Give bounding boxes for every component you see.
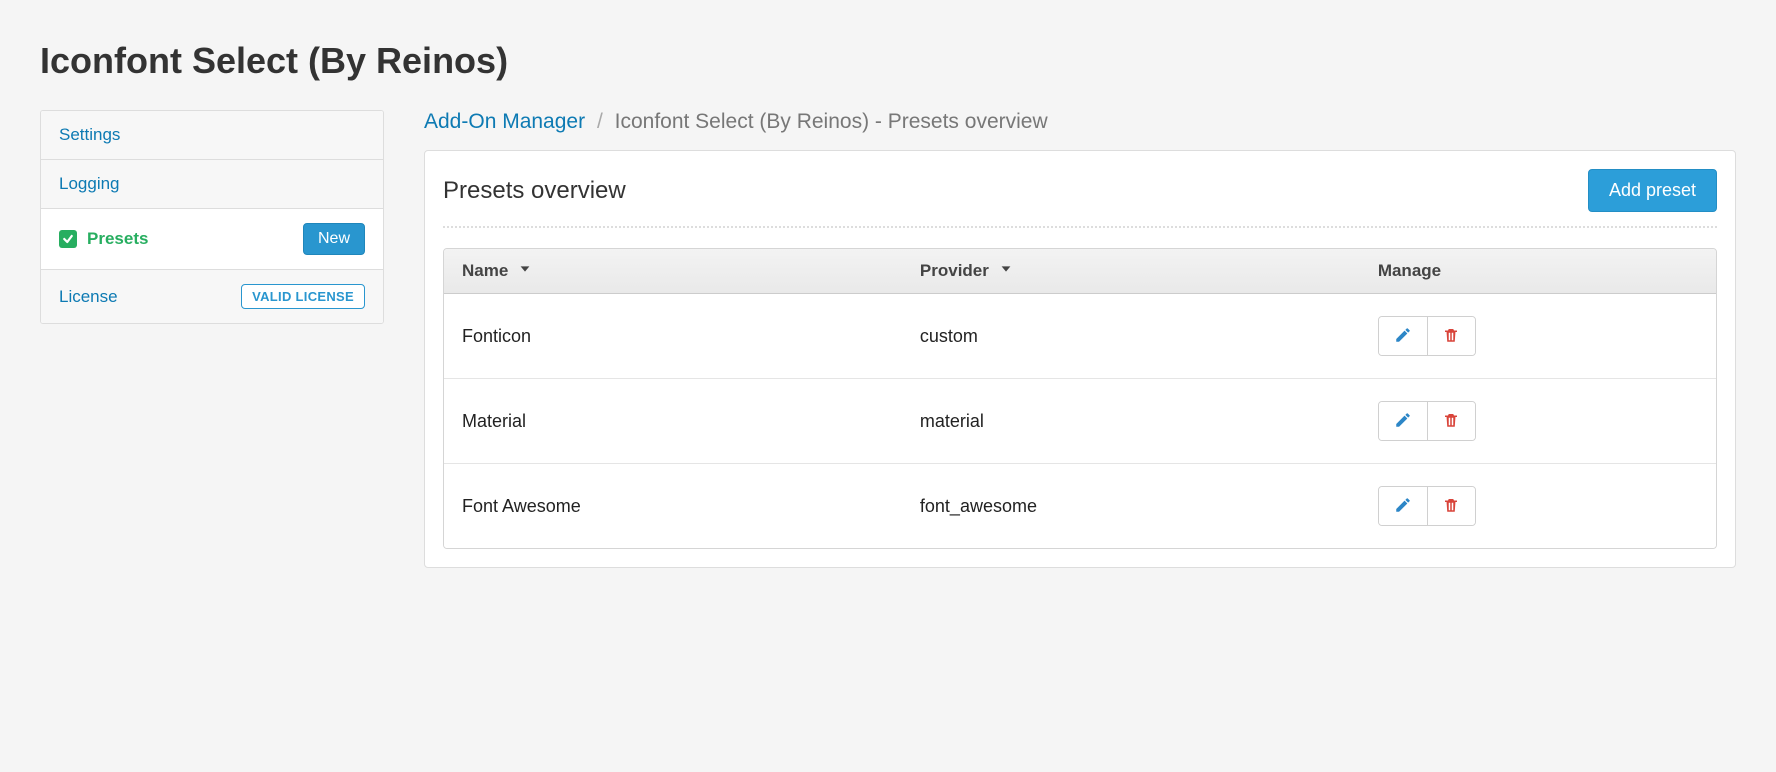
delete-button[interactable] bbox=[1427, 487, 1475, 525]
sidebar-item-label: Settings bbox=[59, 125, 120, 145]
sidebar-item-presets[interactable]: Presets New bbox=[41, 209, 383, 270]
edit-button[interactable] bbox=[1379, 402, 1427, 440]
delete-button[interactable] bbox=[1427, 402, 1475, 440]
main-content: Add-On Manager / Iconfont Select (By Rei… bbox=[424, 110, 1736, 568]
cell-provider: material bbox=[902, 379, 1360, 464]
trash-icon bbox=[1442, 496, 1460, 517]
action-group bbox=[1378, 316, 1476, 356]
table-row: Fonticon custom bbox=[444, 294, 1716, 379]
chevron-down-icon bbox=[518, 261, 532, 281]
pencil-icon bbox=[1394, 411, 1412, 432]
license-badge: VALID LICENSE bbox=[241, 284, 365, 309]
panel: Presets overview Add preset Name bbox=[424, 150, 1736, 568]
column-header-provider[interactable]: Provider bbox=[902, 249, 1360, 294]
sidebar-item-license[interactable]: License VALID LICENSE bbox=[41, 270, 383, 323]
page-title: Iconfont Select (By Reinos) bbox=[40, 40, 1736, 82]
cell-manage bbox=[1360, 464, 1716, 548]
trash-icon bbox=[1442, 411, 1460, 432]
breadcrumb: Add-On Manager / Iconfont Select (By Rei… bbox=[424, 110, 1736, 134]
sidebar: Settings Logging Presets New License VAL… bbox=[40, 110, 384, 324]
edit-button[interactable] bbox=[1379, 487, 1427, 525]
cell-manage bbox=[1360, 294, 1716, 379]
column-label: Provider bbox=[920, 261, 989, 281]
column-label: Manage bbox=[1378, 261, 1441, 280]
panel-title: Presets overview bbox=[443, 177, 626, 205]
cell-name: Material bbox=[444, 379, 902, 464]
sidebar-item-settings[interactable]: Settings bbox=[41, 111, 383, 160]
add-preset-button[interactable]: Add preset bbox=[1588, 169, 1717, 212]
column-header-manage: Manage bbox=[1360, 249, 1716, 294]
cell-name: Fonticon bbox=[444, 294, 902, 379]
cell-provider: custom bbox=[902, 294, 1360, 379]
new-button[interactable]: New bbox=[303, 223, 365, 255]
sidebar-item-label: Presets bbox=[87, 229, 148, 249]
delete-button[interactable] bbox=[1427, 317, 1475, 355]
breadcrumb-root-link[interactable]: Add-On Manager bbox=[424, 110, 585, 133]
cell-provider: font_awesome bbox=[902, 464, 1360, 548]
trash-icon bbox=[1442, 326, 1460, 347]
cell-manage bbox=[1360, 379, 1716, 464]
action-group bbox=[1378, 486, 1476, 526]
column-header-name[interactable]: Name bbox=[444, 249, 902, 294]
table-row: Font Awesome font_awesome bbox=[444, 464, 1716, 548]
breadcrumb-current: Iconfont Select (By Reinos) - Presets ov… bbox=[615, 110, 1048, 133]
table-row: Material material bbox=[444, 379, 1716, 464]
pencil-icon bbox=[1394, 496, 1412, 517]
action-group bbox=[1378, 401, 1476, 441]
sidebar-item-label: Logging bbox=[59, 174, 120, 194]
sidebar-item-logging[interactable]: Logging bbox=[41, 160, 383, 209]
check-icon bbox=[59, 230, 77, 248]
chevron-down-icon bbox=[999, 261, 1013, 281]
sidebar-item-label: License bbox=[59, 287, 118, 307]
edit-button[interactable] bbox=[1379, 317, 1427, 355]
breadcrumb-separator: / bbox=[597, 110, 603, 133]
column-label: Name bbox=[462, 261, 508, 281]
cell-name: Font Awesome bbox=[444, 464, 902, 548]
presets-table: Name Provider bbox=[443, 248, 1717, 549]
pencil-icon bbox=[1394, 326, 1412, 347]
